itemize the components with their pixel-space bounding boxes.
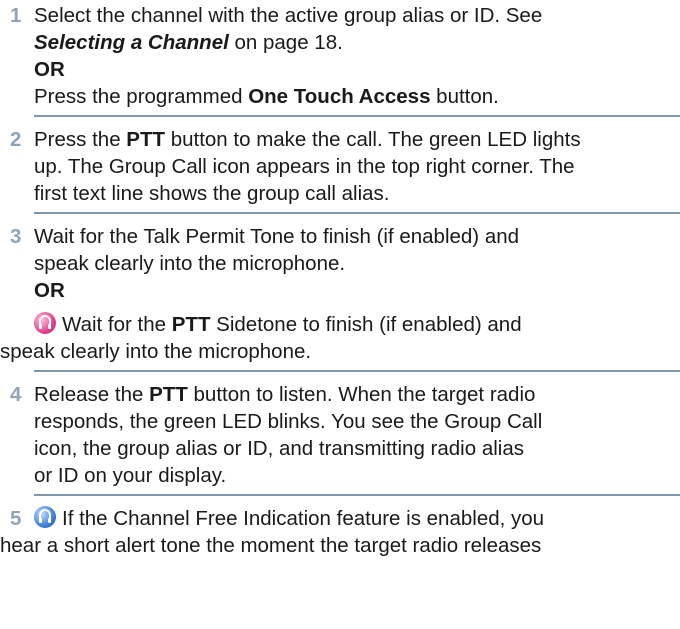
step-divider (34, 494, 680, 496)
step-divider (34, 370, 680, 372)
step-text-fragment: If the Channel Free Indication feature i… (62, 507, 545, 530)
step-number: 5 (10, 507, 22, 530)
step-divider (34, 115, 680, 117)
step-text-line: Release the PTT button to listen. When t… (34, 381, 674, 408)
step-text-fragment: Press the (34, 128, 127, 151)
step-3: 3 Wait for the Talk Permit Tone to finis… (0, 223, 680, 365)
one-touch-access-term: One Touch Access (248, 85, 431, 108)
step-text-fragment: Sidetone to finish (if enabled) and (210, 313, 522, 336)
step-text-line: icon, the group alias or ID, and transmi… (34, 437, 524, 460)
step-text-line: Press the programmed One Touch Access bu… (34, 83, 674, 110)
step-text-line: responds, the green LED blinks. You see … (34, 410, 543, 433)
step-text-line: speak clearly into the microphone. (0, 340, 312, 363)
step-text-line: Select the channel with the active group… (34, 4, 543, 27)
step-2: 2 Press the PTT button to make the call.… (0, 126, 680, 207)
step-text-line: first text line shows the group call ali… (34, 182, 390, 205)
step-text-line: or ID on your display. (34, 464, 227, 487)
step-divider (34, 212, 680, 214)
step-number: 2 (10, 128, 22, 151)
channel-free-icon (34, 506, 56, 528)
step-text-line: up. The Group Call icon appears in the t… (34, 155, 575, 178)
sidetone-icon (34, 312, 56, 334)
step-text-line: Press the PTT button to make the call. T… (34, 126, 674, 153)
or-label: OR (34, 58, 65, 81)
step-text-fragment: Release the (34, 383, 150, 406)
step-text-fragment: Wait for the (62, 313, 172, 336)
page: 1 Select the channel with the active gro… (0, 2, 680, 629)
ptt-term: PTT (171, 313, 211, 336)
step-5: 5 If the Channel Free Indication feature… (0, 505, 680, 559)
step-text-fragment: on page 18. (228, 31, 343, 54)
step-text-fragment: button to make the call. The green LED l… (165, 128, 581, 151)
ptt-term: PTT (149, 383, 188, 406)
ptt-term: PTT (126, 128, 166, 151)
step-text-line: speak clearly into the microphone. (34, 252, 346, 275)
step-text-line: Wait for the PTT Sidetone to finish (if … (34, 311, 674, 338)
step-4: 4 Release the PTT button to listen. When… (0, 381, 680, 489)
step-number: 1 (10, 4, 22, 27)
cross-reference-link[interactable]: Selecting a Channel (34, 31, 229, 54)
step-text-fragment: Press the programmed (34, 85, 249, 108)
step-text-line: Wait for the Talk Permit Tone to finish … (34, 225, 520, 248)
step-number: 4 (10, 383, 22, 406)
step-text-fragment: button. (430, 85, 499, 108)
step-text-line: Selecting a Channel on page 18. (34, 29, 674, 56)
step-text-line: If the Channel Free Indication feature i… (34, 505, 674, 532)
or-label: OR (34, 279, 65, 302)
step-number: 3 (10, 225, 22, 248)
step-text-fragment: button to listen. When the target radio (187, 383, 536, 406)
step-1: 1 Select the channel with the active gro… (0, 2, 680, 110)
step-text-line: hear a short alert tone the moment the t… (0, 534, 542, 557)
